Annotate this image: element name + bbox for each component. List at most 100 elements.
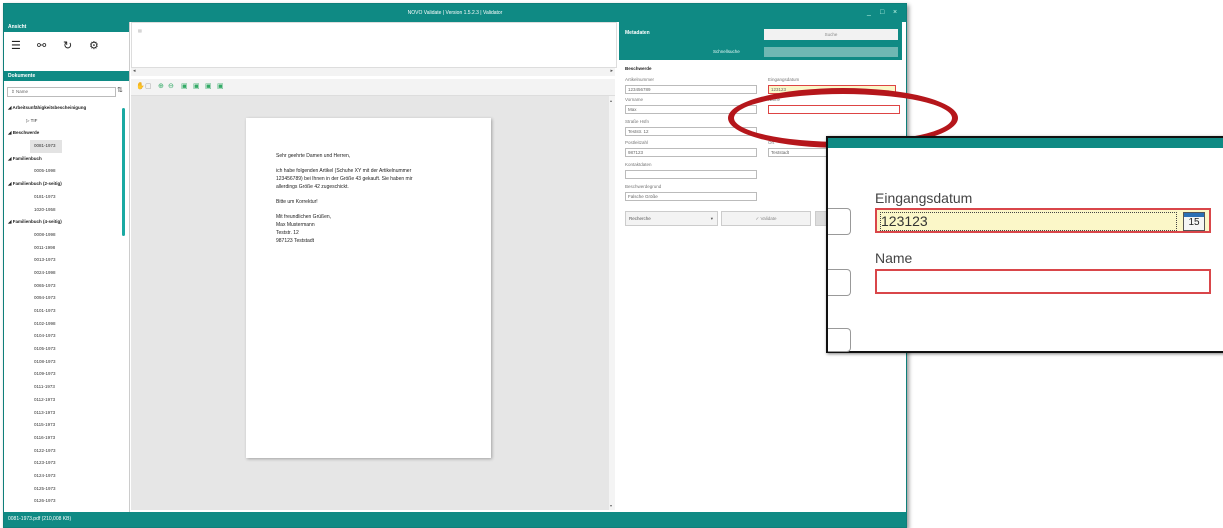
viewer-scrollbar[interactable]: ▴ ▾ — [609, 96, 615, 510]
tree-item[interactable]: 0013-1973 — [4, 254, 122, 267]
document-tree: ◢ Arbeitsunfähigkeitsbescheinigung ▷ TIF ◢… — [4, 102, 122, 508]
tree-item[interactable]: 0125-1973 — [4, 483, 122, 496]
tree-item[interactable]: 0123-1973 — [4, 457, 122, 470]
minimize-button[interactable]: _ — [867, 9, 871, 16]
window-title: NOVO Validate | Version 1.5.2.3 | Valida… — [407, 10, 503, 16]
close-button[interactable]: × — [893, 9, 897, 16]
search-button[interactable]: Suche — [764, 29, 898, 40]
horizontal-scrollbar[interactable]: ◂ ▸ — [131, 68, 615, 76]
tree-item[interactable]: ▷ TIF — [4, 115, 122, 128]
tree-item-label: 0123-1973 — [34, 460, 56, 466]
tree-item[interactable]: 1020-1958 — [4, 204, 122, 217]
tree-item[interactable]: 0181-1973 — [4, 191, 122, 204]
tree-item[interactable]: 0065-1973 — [4, 280, 122, 293]
validate-button[interactable]: ✓ Validate — [721, 211, 811, 226]
tree-item-label: 0102-1998 — [34, 320, 56, 326]
tree-item[interactable]: 0008-1998 — [4, 229, 122, 242]
tree-group[interactable]: ◢ Familienbuch (4-seitig) — [4, 216, 122, 229]
list-icon[interactable]: ☰ — [11, 40, 21, 52]
tree-item[interactable]: 0005-1998 — [4, 165, 122, 178]
doc-line: 987123 Teststadt — [276, 238, 314, 244]
tree-item[interactable]: 0024-1998 — [4, 267, 122, 280]
tree-item-label: TIF — [30, 117, 38, 123]
calendar-icon[interactable]: 15 — [1183, 212, 1205, 231]
scroll-down-icon[interactable]: ▾ — [610, 503, 612, 508]
viewer-panel: ▤ ◂ ▸ ✋ ▢ ⊕ ⊖ ▣ ▣ ▣ ▣ Sehr geehrte Damen… — [131, 22, 617, 512]
zoom-field-stub — [828, 328, 851, 352]
scroll-up-icon[interactable]: ▴ — [610, 98, 612, 103]
strasse-label: Straße Hsfn — [625, 119, 650, 124]
quick-search-label: Schnellsuche — [713, 49, 740, 54]
plz-field[interactable]: 987123 — [625, 148, 757, 157]
zoom-eingangsdatum-field[interactable]: 123123 15 — [875, 208, 1211, 233]
recherche-label: Recherche — [629, 216, 651, 221]
left-panel: Ansicht ☰ ⚯ ↻ ⚙ Dokumente ⇕ Name ⇅ ◢ Arb… — [4, 22, 130, 512]
select-icon[interactable]: ▢ — [145, 82, 152, 90]
fit-width-icon[interactable]: ▣ — [193, 82, 200, 90]
tree-item[interactable]: 0011-1998 — [4, 242, 122, 255]
scroll-right-icon[interactable]: ▸ — [610, 68, 613, 74]
tree-item-label: 1020-1958 — [34, 206, 56, 212]
gear-icon[interactable]: ⚙ — [89, 40, 99, 52]
tree-item-label: 0065-1973 — [34, 282, 56, 288]
zoom-in-icon[interactable]: ⊕ — [158, 82, 164, 90]
tree-item[interactable]: 0108-1973 — [4, 356, 122, 369]
refresh-icon[interactable]: ↻ — [63, 40, 72, 52]
hierarchy-icon[interactable]: ⚯ — [37, 40, 46, 52]
doc-line: Bitte um Korrektur! — [276, 199, 318, 205]
tree-item-label: 0108-1973 — [34, 358, 56, 364]
tree-item[interactable]: 0112-1973 — [4, 394, 122, 407]
tree-item-label: 0005-1998 — [34, 168, 56, 174]
tree-item[interactable]: 0124-1973 — [4, 470, 122, 483]
fit-page-icon[interactable]: ▣ — [181, 82, 188, 90]
thumbnail-icon[interactable]: ▤ — [138, 28, 142, 33]
tree-item-label: 0111-1973 — [34, 384, 55, 390]
pan-icon[interactable]: ✋ — [136, 82, 145, 90]
viewer-toolbar: ✋ ▢ ⊕ ⊖ ▣ ▣ ▣ ▣ — [131, 79, 615, 96]
search-placeholder: Name — [16, 89, 29, 94]
two-page-icon[interactable]: ▣ — [205, 82, 212, 90]
tree-item-label: Familienbuch — [12, 155, 42, 161]
zoom-name-field[interactable] — [875, 269, 1211, 294]
tree-item[interactable]: 0104-1973 — [4, 330, 122, 343]
tree-item-label: 0013-1973 — [34, 257, 56, 263]
zoom-header-bar — [828, 138, 1223, 148]
recherche-dropdown[interactable]: Recherche ▾ — [625, 211, 718, 226]
tree-group[interactable]: ◢ Beschwerde — [4, 127, 122, 140]
tree-item-label: 0105-1973 — [34, 346, 56, 352]
section-title: Beschwerde — [625, 66, 652, 71]
tree-item[interactable]: 0101-1973 — [4, 305, 122, 318]
tree-item[interactable]: 0105-1973 — [4, 343, 122, 356]
tree-item[interactable]: 0122-1973 — [4, 445, 122, 458]
kontakt-field[interactable] — [625, 170, 757, 179]
grund-field[interactable]: Falsche Größe — [625, 192, 757, 201]
tree-item-label: 0104-1973 — [34, 333, 56, 339]
zoom-out-icon[interactable]: ⊖ — [168, 82, 174, 90]
tree-item-label: 0094-1973 — [34, 295, 56, 301]
quick-search-input[interactable] — [764, 47, 898, 57]
maximize-button[interactable]: □ — [880, 9, 884, 16]
rotate-icon[interactable]: ▣ — [217, 82, 224, 90]
doc-line: Max Mustermann — [276, 222, 315, 228]
artikelnummer-field[interactable]: 123456789 — [625, 85, 757, 94]
tree-item[interactable]: 0094-1973 — [4, 292, 122, 305]
filter-icon[interactable]: ⇅ — [117, 86, 123, 94]
tree-scrollbar[interactable] — [122, 108, 125, 236]
tree-group[interactable]: ◢ Familienbuch (2-seitig) — [4, 178, 122, 191]
tree-item[interactable]: 0115-1973 — [4, 419, 122, 432]
tree-item-label: Familienbuch (2-seitig) — [12, 181, 62, 187]
tree-item[interactable]: 0111-1973 — [4, 381, 122, 394]
tree-item-label: Arbeitsunfähigkeitsbescheinigung — [12, 105, 87, 110]
tree-item[interactable]: 0109-1973 — [4, 368, 122, 381]
name-search-input[interactable]: ⇕ Name — [7, 87, 116, 97]
tree-group[interactable]: ◢ Arbeitsunfähigkeitsbescheinigung — [4, 102, 122, 115]
tree-item[interactable]: 0116-1973 — [4, 432, 122, 445]
tree-item[interactable]: 0113-1973 — [4, 407, 122, 420]
tree-item[interactable]: 0102-1998 — [4, 318, 122, 331]
tree-group[interactable]: ◢ Familienbuch — [4, 153, 122, 166]
tree-item[interactable]: 0081-1973 — [30, 140, 62, 153]
status-bar: 0081-1973.pdf (210,008 KB) — [4, 512, 906, 527]
tree-item[interactable]: 0126-1973 — [4, 495, 122, 508]
scroll-left-icon[interactable]: ◂ — [133, 68, 136, 74]
tree-item-label: 0109-1973 — [34, 371, 56, 377]
